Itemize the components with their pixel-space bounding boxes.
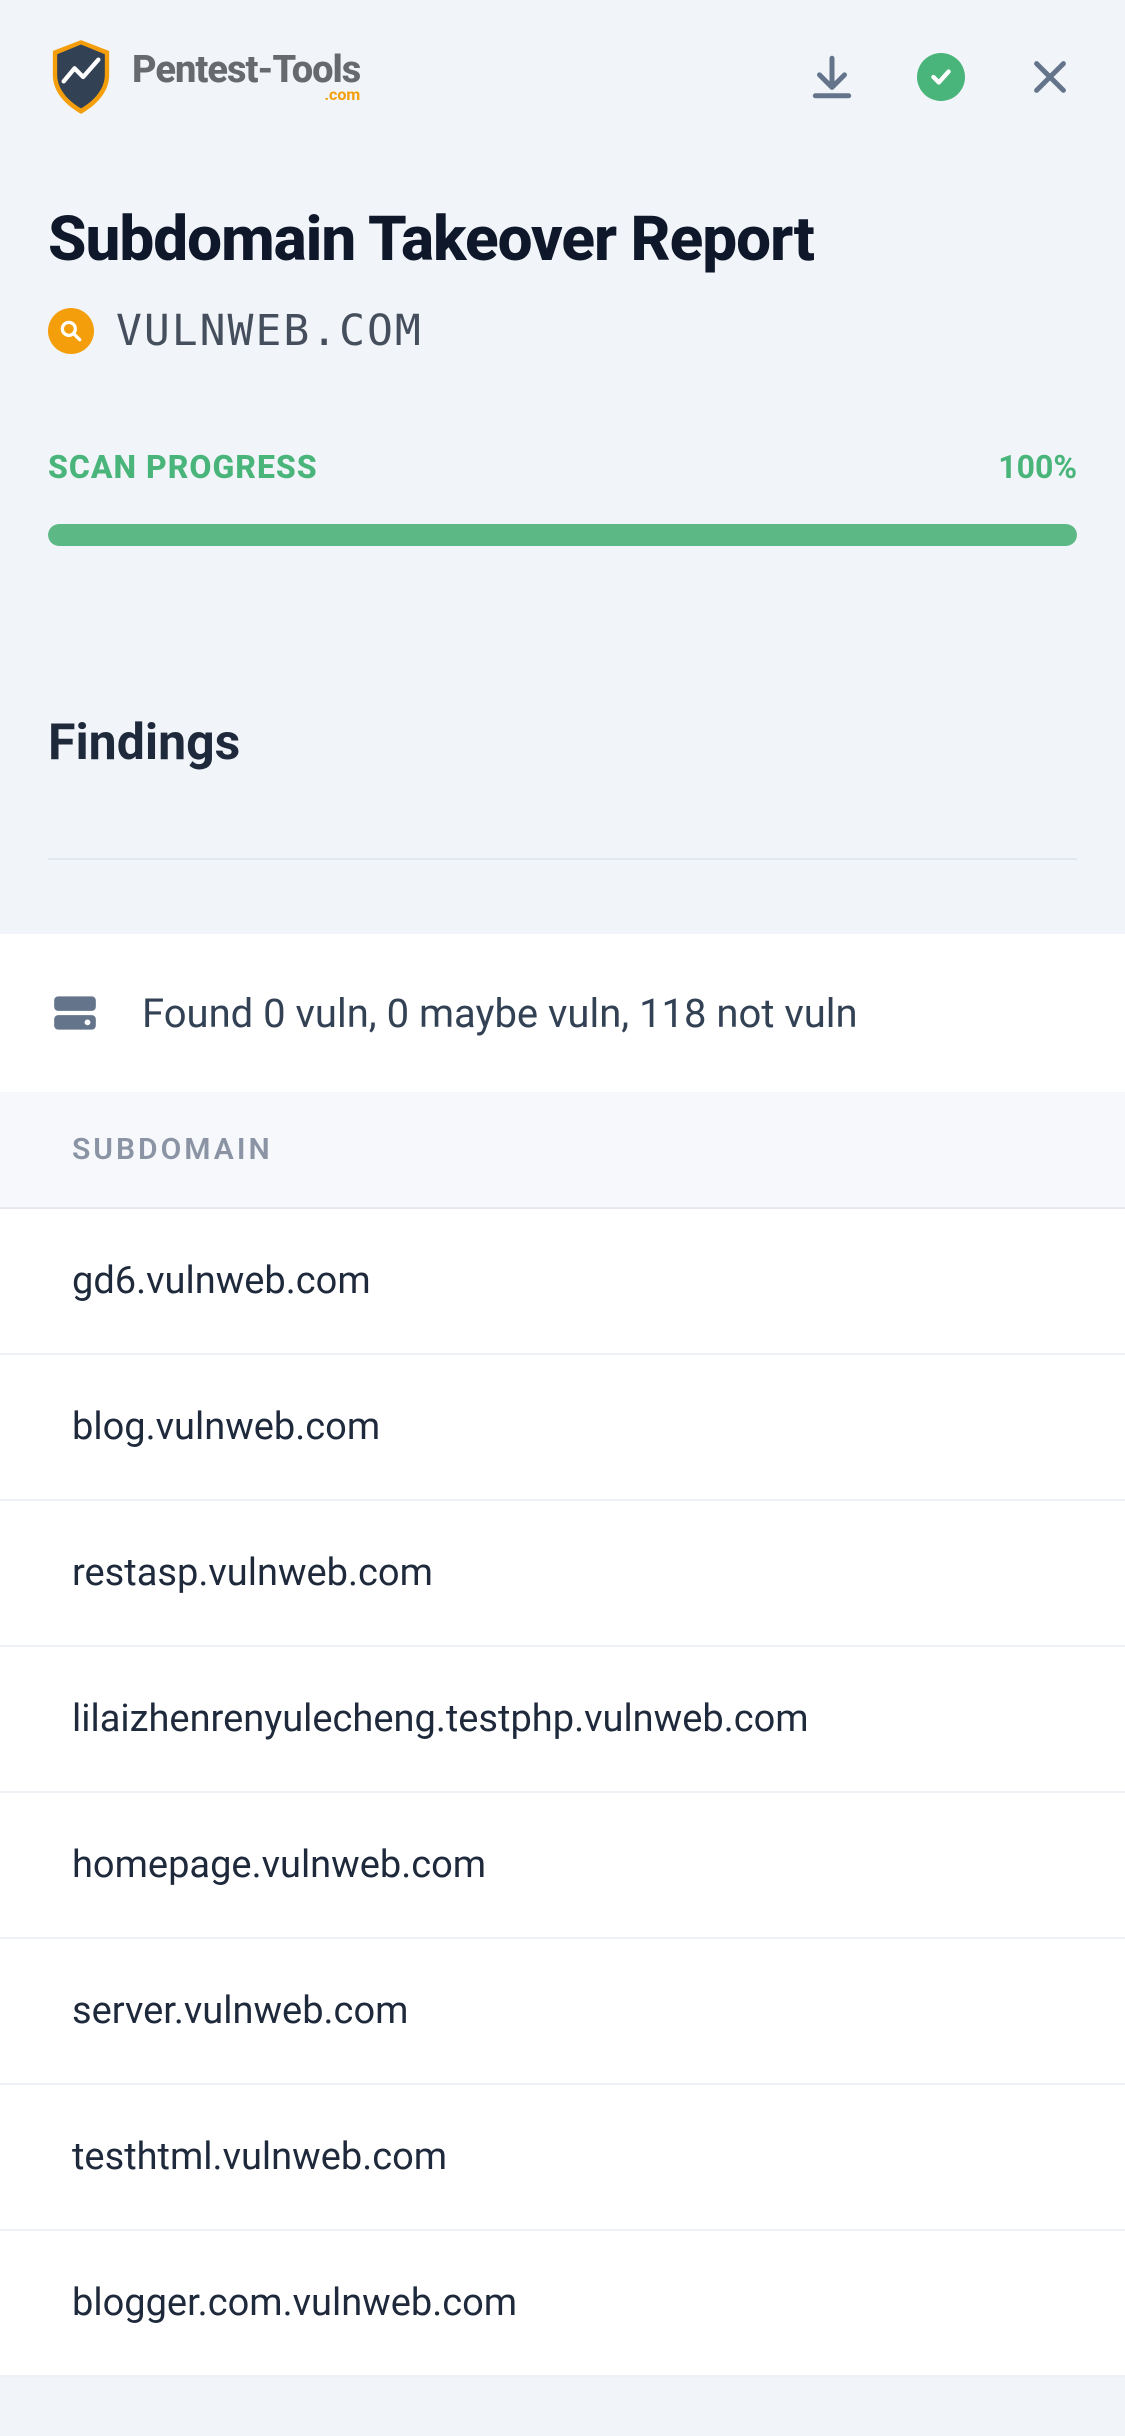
brand-text: Pentest-Tools .com: [132, 51, 360, 103]
progress-fill: [48, 524, 1077, 546]
brand-logo[interactable]: Pentest-Tools .com: [48, 38, 360, 116]
checkmark-icon: [928, 64, 954, 90]
download-button[interactable]: [805, 50, 859, 104]
subdomain-row[interactable]: testhtml.vulnweb.com: [0, 2085, 1125, 2231]
brand-sub: .com: [324, 87, 360, 103]
target-row: VULNWEB.COM: [48, 306, 1077, 356]
header-actions: [805, 50, 1077, 104]
target-badge: [48, 308, 94, 354]
progress-label: SCAN PROGRESS: [48, 448, 318, 486]
progress-value: 100%: [998, 448, 1077, 486]
status-complete-badge[interactable]: [917, 53, 965, 101]
target-domain: VULNWEB.COM: [116, 306, 423, 356]
close-button[interactable]: [1023, 50, 1077, 104]
subdomain-row[interactable]: restasp.vulnweb.com: [0, 1501, 1125, 1647]
findings-summary-text: Found 0 vuln, 0 maybe vuln, 118 not vuln: [142, 990, 858, 1037]
progress-bar: [48, 524, 1077, 546]
magnifier-icon: [58, 318, 84, 344]
shield-logo-icon: [48, 38, 114, 116]
close-icon: [1027, 54, 1073, 100]
subdomain-row[interactable]: homepage.vulnweb.com: [0, 1793, 1125, 1939]
brand-main: Pentest-Tools: [132, 51, 360, 89]
divider: [48, 858, 1077, 860]
subdomain-row[interactable]: gd6.vulnweb.com: [0, 1209, 1125, 1355]
subdomain-row[interactable]: server.vulnweb.com: [0, 1939, 1125, 2085]
progress-section: SCAN PROGRESS 100%: [48, 448, 1077, 546]
table-header: SUBDOMAIN: [0, 1092, 1125, 1209]
subdomain-row[interactable]: blogger.com.vulnweb.com: [0, 2231, 1125, 2377]
main-content: Subdomain Takeover Report VULNWEB.COM SC…: [0, 144, 1125, 2377]
download-icon: [807, 52, 857, 102]
server-icon: [50, 988, 100, 1038]
table-header-label: SUBDOMAIN: [72, 1132, 273, 1167]
report-title: Subdomain Takeover Report: [48, 206, 1077, 274]
subdomain-row[interactable]: blog.vulnweb.com: [0, 1355, 1125, 1501]
subdomain-list: gd6.vulnweb.com blog.vulnweb.com restasp…: [0, 1209, 1125, 2377]
header-bar: Pentest-Tools .com: [0, 0, 1125, 144]
findings-summary-card[interactable]: Found 0 vuln, 0 maybe vuln, 118 not vuln: [0, 934, 1125, 1092]
findings-title: Findings: [48, 714, 1077, 772]
subdomain-row[interactable]: lilaizhenrenyulecheng.testphp.vulnweb.co…: [0, 1647, 1125, 1793]
